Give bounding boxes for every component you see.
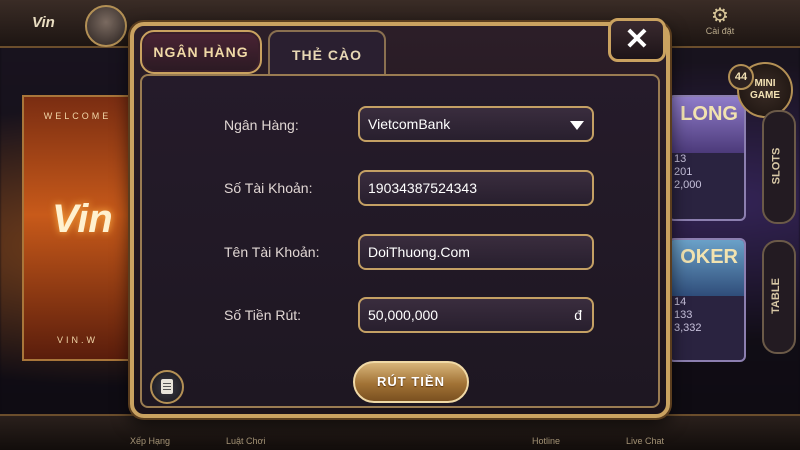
withdraw-button[interactable]: RÚT TIỀN	[353, 361, 469, 403]
game-card-poker[interactable]: OKER 14 133 3,332	[668, 238, 746, 362]
game-card-title: LONG	[670, 97, 744, 153]
history-document-icon	[161, 379, 173, 394]
minigame-label: MINI GAME	[750, 78, 780, 101]
amount-label: Số Tiền Rút:	[224, 307, 302, 323]
game-card-line: 13	[674, 153, 687, 165]
gear-icon: ⚙	[711, 5, 729, 27]
game-card-line: 201	[674, 166, 693, 178]
settings-button[interactable]: ⚙ Cài đặt	[700, 6, 740, 42]
game-card-long[interactable]: LONG 13 201 2,000	[668, 95, 746, 221]
settings-label: Cài đặt	[705, 26, 735, 36]
account-name-value: DoiThuong.Com	[368, 244, 470, 260]
vin-logo: Vin	[32, 14, 55, 31]
avatar[interactable]	[85, 5, 127, 47]
currency-symbol: đ	[574, 307, 582, 323]
game-card-line: 3,332	[674, 322, 702, 334]
game-card-line: 133	[674, 309, 693, 321]
bank-select[interactable]: VietcomBank	[358, 106, 594, 142]
bottom-item-hotline[interactable]: Hotline	[532, 436, 560, 446]
account-name-label: Tên Tài Khoản:	[224, 244, 320, 260]
amount-input[interactable]: 50,000,000 đ	[358, 297, 594, 333]
account-number-value: 19034387524343	[368, 180, 478, 196]
amount-value: 50,000,000	[368, 307, 439, 323]
close-button[interactable]: ✕	[608, 18, 666, 62]
table-side-tab[interactable]: TABLE	[762, 240, 796, 354]
bottom-item-live-chat[interactable]: Live Chat	[626, 436, 664, 446]
bank-label: Ngân Hàng:	[224, 117, 299, 133]
game-card-title: OKER	[670, 240, 744, 296]
dropdown-caret-icon	[570, 121, 584, 130]
welcome-bottom-text: VIN.W	[57, 335, 98, 345]
tab-the-cao[interactable]: THẺ CÀO	[268, 30, 386, 76]
account-number-label: Số Tài Khoản:	[224, 180, 313, 196]
bottom-item-rules[interactable]: Luật Chơi	[226, 436, 265, 446]
withdraw-dialog: THẺ CÀO NGÂN HÀNG ✕ Ngân Hàng: VietcomBa…	[130, 18, 670, 418]
slots-side-tab[interactable]: SLOTS	[762, 110, 796, 224]
minigame-count-badge: 44	[728, 64, 754, 90]
game-card-line: 2,000	[674, 179, 702, 191]
welcome-logo: Vin	[52, 197, 113, 241]
slots-side-label: SLOTS	[770, 147, 783, 185]
welcome-top-text: WELCOME	[43, 111, 112, 121]
account-number-input[interactable]: 19034387524343	[358, 170, 594, 206]
close-icon: ✕	[624, 23, 650, 56]
game-card-line: 14	[674, 296, 687, 308]
tab-ngan-hang[interactable]: NGÂN HÀNG	[140, 30, 262, 74]
welcome-card[interactable]: WELCOME Vin VIN.W	[22, 95, 133, 361]
bottom-bar: Xếp Hạng Luật Chơi Hotline Live Chat	[0, 414, 800, 450]
history-button[interactable]	[150, 370, 184, 404]
bottom-item-ranking[interactable]: Xếp Hạng	[130, 436, 170, 446]
account-name-input[interactable]: DoiThuong.Com	[358, 234, 594, 270]
bank-select-value: VietcomBank	[368, 116, 451, 132]
table-side-label: TABLE	[769, 278, 782, 314]
form-panel: Ngân Hàng: VietcomBank Số Tài Khoản: 190…	[140, 74, 660, 408]
